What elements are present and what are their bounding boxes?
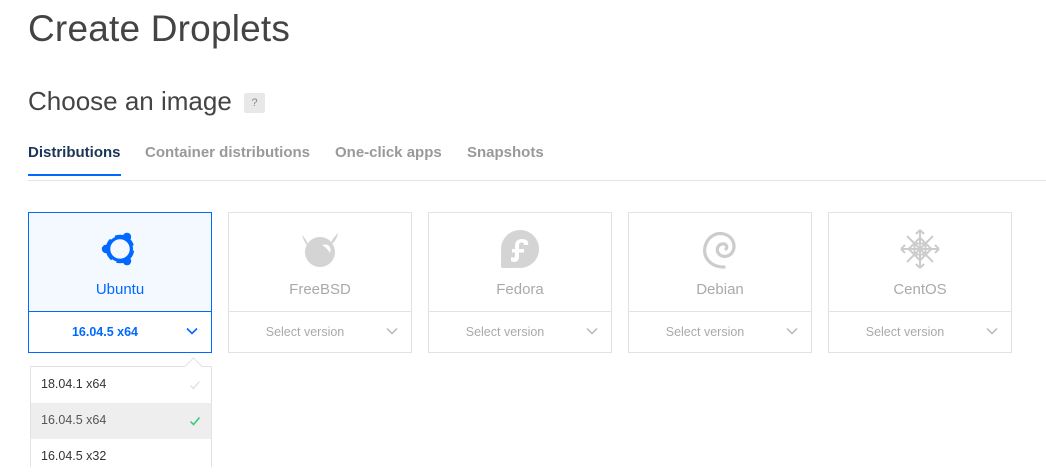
option-label: 16.04.5 x32	[41, 449, 107, 463]
version-dropdown: 18.04.1 x64 16.04.5 x64 16.04.5 x32	[30, 357, 212, 467]
chevron-down-icon	[186, 327, 198, 335]
distro-card-fedora[interactable]: Fedora Select version	[428, 212, 612, 353]
section-title: Choose an image	[28, 86, 232, 116]
version-placeholder: Select version	[465, 325, 545, 339]
distro-name: CentOS	[893, 281, 947, 298]
chevron-down-icon	[386, 328, 398, 335]
version-placeholder: Select version	[865, 325, 945, 339]
page-title: Create Droplets	[28, 8, 291, 49]
debian-icon	[629, 227, 811, 271]
version-select[interactable]: 16.04.5 x64	[29, 311, 211, 352]
image-tabs: Distributions Container distributions On…	[28, 140, 1046, 181]
fedora-icon	[429, 227, 611, 271]
version-option-18041-x64[interactable]: 18.04.1 x64	[31, 367, 211, 403]
centos-icon	[829, 227, 1011, 271]
tab-one-click-apps[interactable]: One-click apps	[335, 144, 442, 161]
option-label: 16.04.5 x64	[41, 413, 107, 427]
ubuntu-icon	[29, 227, 211, 271]
distro-name: Fedora	[496, 281, 544, 298]
version-select[interactable]: Select version	[429, 311, 611, 352]
tab-container-distributions[interactable]: Container distributions	[145, 144, 310, 161]
version-option-16045-x32[interactable]: 16.04.5 x32	[31, 439, 211, 475]
option-label: 18.04.1 x64	[41, 377, 107, 391]
chevron-down-icon	[986, 328, 998, 335]
distro-card-freebsd[interactable]: FreeBSD Select version	[228, 212, 412, 353]
version-placeholder: Select version	[265, 325, 345, 339]
chevron-down-icon	[786, 328, 798, 335]
version-select[interactable]: Select version	[229, 311, 411, 352]
freebsd-icon	[229, 227, 411, 271]
check-icon	[189, 417, 201, 426]
distro-card-ubuntu[interactable]: Ubuntu 16.04.5 x64	[28, 212, 212, 353]
version-select[interactable]: Select version	[629, 311, 811, 352]
distro-name: FreeBSD	[289, 281, 351, 298]
chevron-down-icon	[586, 328, 598, 335]
tab-distributions[interactable]: Distributions	[28, 144, 121, 176]
check-icon	[190, 381, 200, 390]
distro-card-debian[interactable]: Debian Select version	[628, 212, 812, 353]
version-option-16045-x64[interactable]: 16.04.5 x64	[31, 403, 211, 439]
distro-name: Ubuntu	[95, 281, 145, 298]
version-placeholder: Select version	[665, 325, 745, 339]
help-icon[interactable]: ?	[244, 93, 265, 113]
tab-snapshots[interactable]: Snapshots	[467, 144, 544, 161]
distro-card-centos[interactable]: CentOS Select version	[828, 212, 1012, 353]
distro-name: Debian	[696, 281, 744, 298]
version-value: 16.04.5 x64	[71, 325, 139, 339]
version-select[interactable]: Select version	[829, 311, 1011, 352]
